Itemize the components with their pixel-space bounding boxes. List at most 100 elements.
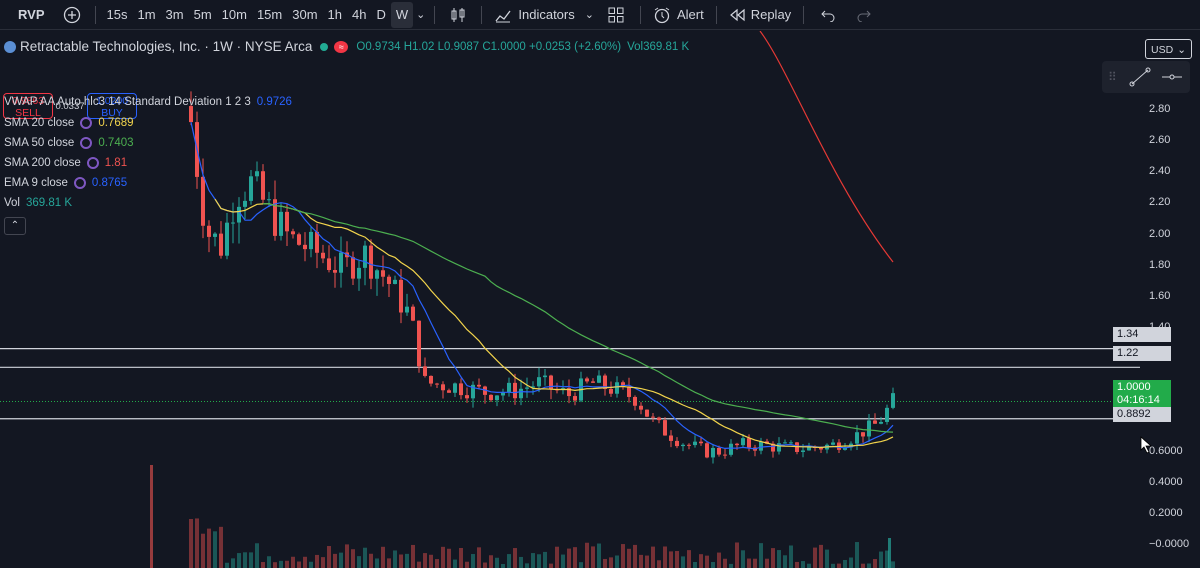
undo-icon[interactable] bbox=[810, 0, 846, 30]
timeframe-15m[interactable]: 15m bbox=[252, 0, 287, 30]
candle-body bbox=[633, 396, 637, 406]
timeframe-1h[interactable]: 1h bbox=[323, 0, 347, 30]
candle-body bbox=[279, 211, 283, 236]
volume-bar bbox=[783, 555, 787, 568]
compare-plus-icon[interactable] bbox=[55, 0, 89, 30]
volume-bar bbox=[513, 548, 517, 568]
sma50-label: SMA 50 close bbox=[4, 137, 75, 149]
volume-bar bbox=[663, 546, 667, 568]
vol-legend[interactable]: Vol 369.81 K bbox=[4, 197, 72, 209]
volume-bar bbox=[543, 551, 547, 568]
timeframe-4h[interactable]: 4h bbox=[347, 0, 371, 30]
volume-bar bbox=[717, 552, 721, 568]
alert-icon bbox=[654, 7, 670, 23]
indicators-dropdown-icon[interactable]: ⌄ bbox=[581, 0, 598, 30]
timeframe-5m[interactable]: 5m bbox=[189, 0, 217, 30]
volume-bar bbox=[777, 550, 781, 568]
price-chart[interactable] bbox=[0, 31, 1200, 568]
volume-bar bbox=[351, 549, 355, 568]
candle-body bbox=[495, 395, 499, 401]
timeframe-15s[interactable]: 15s bbox=[102, 0, 133, 30]
candle-body bbox=[627, 386, 631, 397]
volume-bar bbox=[255, 543, 259, 568]
separator bbox=[803, 5, 805, 24]
axis-tick-label: 2.40 bbox=[1149, 165, 1171, 177]
candle-body bbox=[891, 393, 895, 408]
collapse-legend-button[interactable]: ⌃ bbox=[4, 217, 26, 235]
candle-body bbox=[477, 384, 481, 387]
axis-tick-label: 2.00 bbox=[1149, 228, 1171, 240]
volume-bar bbox=[429, 554, 433, 568]
vwap-legend[interactable]: VWAP AA Auto hlc3 14 Standard Deviation … bbox=[4, 96, 292, 108]
volume-bar bbox=[645, 555, 649, 568]
timeframe-W[interactable]: W bbox=[390, 1, 414, 28]
volume-bar bbox=[795, 561, 799, 568]
indicators-button[interactable]: Indicators bbox=[488, 0, 580, 30]
chart-area[interactable]: Retractable Technologies, Inc. · 1W · NY… bbox=[0, 31, 1200, 568]
timeframe-dropdown-icon[interactable]: ⌄ bbox=[413, 0, 428, 30]
instrument-title[interactable]: Retractable Technologies, Inc. · 1W · NY… bbox=[20, 39, 312, 54]
market-status-icon bbox=[320, 42, 329, 51]
candle-body bbox=[297, 234, 301, 245]
volume-bar bbox=[633, 544, 637, 568]
candle-body bbox=[267, 199, 271, 201]
candle-body bbox=[879, 421, 883, 424]
vol-value: 369.81 K bbox=[26, 197, 73, 209]
candle-body bbox=[537, 377, 541, 387]
volume-bar bbox=[807, 563, 811, 568]
timeframe-3m[interactable]: 3m bbox=[161, 0, 189, 30]
candle-body bbox=[465, 395, 469, 399]
ema9-legend[interactable]: EMA 9 close 0.8765 bbox=[4, 177, 127, 189]
candle-body bbox=[717, 447, 721, 455]
candle-body bbox=[783, 442, 787, 444]
templates-icon[interactable] bbox=[598, 0, 634, 30]
currency-select[interactable]: USD ⌄ bbox=[1145, 39, 1192, 59]
hline-icon[interactable] bbox=[1161, 67, 1183, 87]
volume-bar bbox=[507, 554, 511, 568]
candle-body bbox=[513, 382, 517, 399]
candle-body bbox=[429, 375, 433, 384]
sma20-legend[interactable]: SMA 20 close 0.7689 bbox=[4, 117, 134, 129]
timeframe-D[interactable]: D bbox=[371, 0, 390, 30]
volume-bar bbox=[759, 543, 763, 568]
candle-body bbox=[339, 252, 343, 273]
volume-bar bbox=[573, 547, 577, 568]
top-toolbar: RVP 15s 1m 3m 5m 10m 15m 30m 1h 4h D W ⌄ Indicator… bbox=[0, 0, 1200, 30]
candle-body bbox=[489, 394, 493, 401]
vwap-label: VWAP AA Auto hlc3 14 Standard Deviation … bbox=[4, 96, 251, 108]
redo-icon[interactable] bbox=[846, 0, 882, 30]
timeframe-1m[interactable]: 1m bbox=[132, 0, 160, 30]
volume-bar bbox=[333, 553, 337, 568]
candle-body bbox=[351, 257, 355, 279]
volume-bar bbox=[873, 559, 877, 568]
candles-icon[interactable] bbox=[441, 0, 475, 30]
timeframe-30m[interactable]: 30m bbox=[287, 0, 322, 30]
candle-body bbox=[591, 381, 595, 383]
volume-bar bbox=[435, 559, 439, 568]
candle-body bbox=[651, 416, 655, 418]
volume-bar bbox=[393, 550, 397, 568]
sma200-line bbox=[759, 31, 894, 263]
sma200-legend[interactable]: SMA 200 close 1.81 bbox=[4, 157, 127, 169]
volume-bar bbox=[417, 561, 421, 568]
volume-bar bbox=[357, 556, 361, 568]
candle-body bbox=[321, 252, 325, 259]
candle-body bbox=[573, 396, 577, 401]
replay-button[interactable]: Replay bbox=[723, 0, 797, 30]
candle-body bbox=[723, 454, 727, 456]
volume-bar bbox=[447, 548, 451, 568]
alert-button[interactable]: Alert bbox=[647, 0, 710, 30]
candle-body bbox=[867, 420, 871, 437]
drag-handle-icon[interactable]: ⠿ bbox=[1108, 70, 1117, 84]
trendline-icon[interactable] bbox=[1129, 67, 1151, 87]
candle-body bbox=[669, 435, 673, 441]
candle-body bbox=[681, 444, 685, 447]
ohlc-values: O0.9734 H1.02 L0.9087 C1.0000 +0.0253 (+… bbox=[356, 40, 622, 53]
symbol-search[interactable]: RVP bbox=[0, 0, 55, 30]
candle-body bbox=[597, 375, 601, 383]
sma50-legend[interactable]: SMA 50 close 0.7403 bbox=[4, 137, 134, 149]
ema9-value: 0.8765 bbox=[91, 177, 128, 189]
timeframe-10m[interactable]: 10m bbox=[217, 0, 252, 30]
ema9-label: EMA 9 close bbox=[4, 177, 68, 189]
candle-body bbox=[585, 378, 589, 382]
